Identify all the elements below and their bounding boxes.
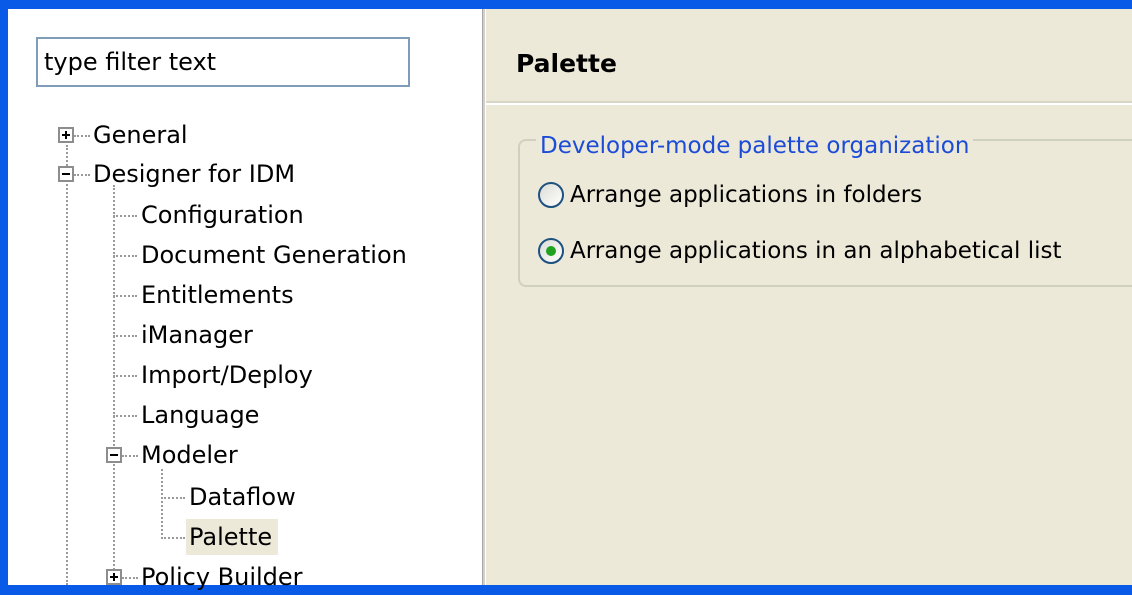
tree-line (113, 335, 137, 337)
tree-item-label: iManager (141, 321, 253, 349)
preferences-tree-panel: General Designer for IDM Configuration D… (8, 9, 482, 591)
expand-icon[interactable] (106, 569, 122, 585)
window-top-border (0, 0, 1132, 9)
tree-item-label: Import/Deploy (141, 361, 313, 389)
tree-item-dataflow[interactable]: Dataflow (186, 479, 302, 515)
window-left-border (0, 9, 8, 585)
radio-button-checked[interactable] (538, 238, 564, 264)
tree-item-imanager[interactable]: iManager (138, 317, 259, 353)
tree-line (113, 255, 137, 257)
tree-line (122, 577, 138, 579)
tree-item-general[interactable]: General (90, 117, 194, 153)
tree-line (113, 415, 137, 417)
tree-item-language[interactable]: Language (138, 397, 265, 433)
tree-line (113, 295, 137, 297)
tree-line (66, 145, 68, 585)
tree-item-document-generation[interactable]: Document Generation (138, 237, 413, 273)
tree-line (74, 135, 90, 137)
preference-page: Palette Developer-mode palette organizat… (486, 9, 1132, 585)
tree-item-label: Language (141, 401, 260, 429)
expand-icon[interactable] (58, 127, 74, 143)
option-alphabetical[interactable]: Arrange applications in an alphabetical … (538, 233, 1062, 269)
tree-item-palette[interactable]: Palette (186, 519, 279, 555)
tree-item-label: Configuration (141, 201, 304, 229)
tree-item-entitlements[interactable]: Entitlements (138, 277, 300, 313)
tree-item-label: Document Generation (141, 241, 407, 269)
tree-item-label: Policy Builder (141, 563, 303, 591)
page-title: Palette (516, 49, 617, 78)
collapse-icon[interactable] (106, 447, 122, 463)
tree-line (74, 174, 90, 176)
tree-item-label: Dataflow (189, 483, 296, 511)
tree-item-policy-builder[interactable]: Policy Builder (138, 559, 309, 595)
tree-line (161, 469, 163, 539)
tree-line (122, 455, 138, 457)
filter-input[interactable] (36, 37, 410, 87)
option-folders[interactable]: Arrange applications in folders (538, 177, 922, 213)
tree-item-import-deploy[interactable]: Import/Deploy (138, 357, 319, 393)
tree-item-configuration[interactable]: Configuration (138, 197, 310, 233)
tree-line (113, 375, 137, 377)
collapse-icon[interactable] (58, 166, 74, 182)
tree-item-label: General (93, 121, 188, 149)
tree-item-label: Palette (189, 523, 273, 551)
tree-item-designer-for-idm[interactable]: Designer for IDM (90, 156, 301, 192)
tree-item-modeler[interactable]: Modeler (138, 437, 244, 473)
option-label: Arrange applications in an alphabetical … (570, 238, 1062, 264)
tree-line (161, 537, 185, 539)
tree-item-label: Modeler (141, 441, 238, 469)
page-header: Palette (486, 9, 1132, 103)
tree-item-label: Entitlements (141, 281, 294, 309)
group-label: Developer-mode palette organization (536, 133, 974, 159)
radio-button[interactable] (538, 182, 564, 208)
tree-line (113, 215, 137, 217)
tree-line (161, 497, 185, 499)
option-label: Arrange applications in folders (570, 182, 923, 208)
tree-line (113, 185, 115, 585)
tree-item-label: Designer for IDM (93, 160, 296, 188)
